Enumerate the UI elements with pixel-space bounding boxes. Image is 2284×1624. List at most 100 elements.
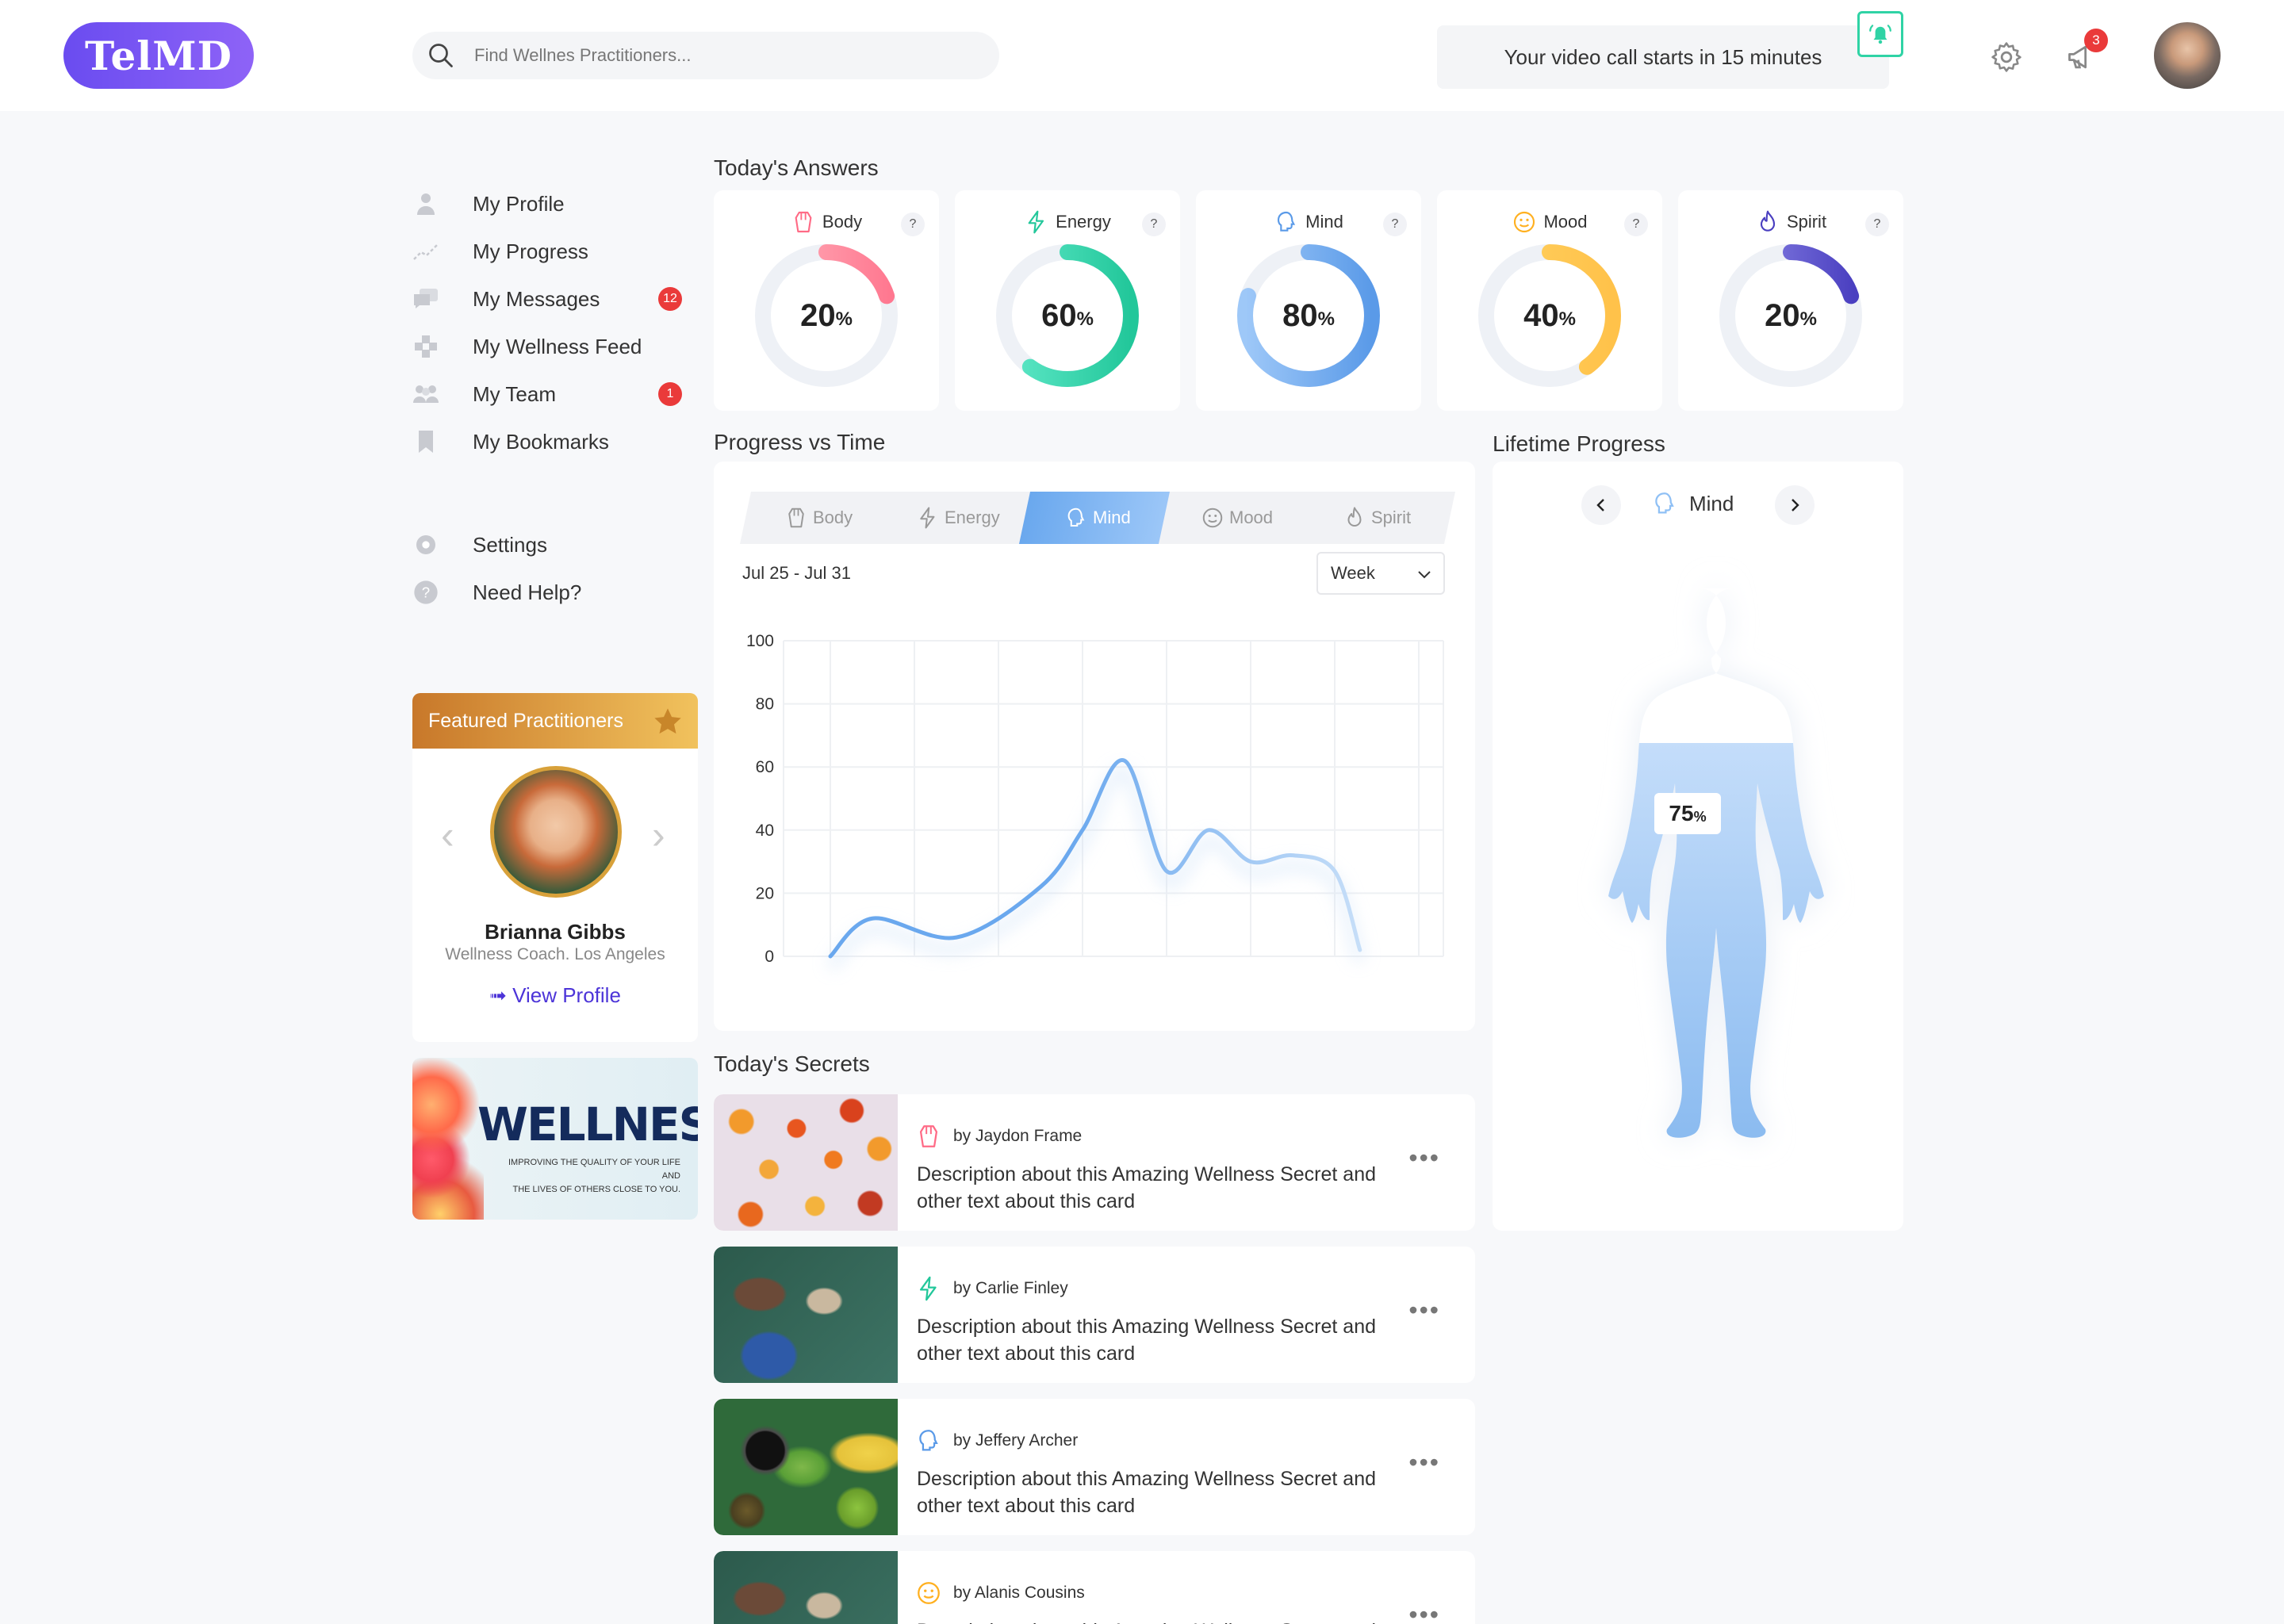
answer-card-energy[interactable]: Energy ? 60% — [955, 190, 1180, 411]
lifetime-nav: Mind — [1493, 485, 1903, 525]
body-icon — [915, 1123, 953, 1150]
date-range: Jul 25 - Jul 31 — [742, 563, 851, 583]
tab-content: Mood — [1201, 506, 1274, 530]
team-badge: 1 — [658, 382, 682, 406]
previous-arrow-icon[interactable]: ‹ — [441, 812, 454, 858]
y-tick-label: 0 — [765, 948, 774, 966]
answer-card-spirit[interactable]: Spirit ? 20% — [1678, 190, 1903, 411]
tab-mind[interactable]: Mind — [1018, 492, 1177, 544]
energy-icon — [915, 1275, 953, 1302]
answer-card-mind[interactable]: Mind ? 80% — [1196, 190, 1421, 411]
period-select[interactable]: Week — [1316, 552, 1445, 595]
banner-subtitle-line: THE LIVES OF OTHERS CLOSE TO YOU. — [512, 1185, 681, 1194]
y-tick-label: 20 — [756, 884, 774, 902]
fruit-decoration — [412, 1058, 484, 1220]
previous-category-button[interactable] — [1581, 485, 1621, 525]
help-button[interactable]: ? — [1142, 213, 1166, 236]
mood-icon — [915, 1580, 953, 1607]
help-icon: ? — [412, 579, 439, 606]
trend-icon — [412, 238, 439, 265]
mind-icon — [1655, 492, 1674, 514]
answer-percent-value: 20 — [800, 297, 836, 333]
lifetime-percent-value: 75 — [1669, 801, 1694, 825]
secret-description: Description about this Amazing Wellness … — [917, 1163, 1377, 1212]
percent-sign: % — [835, 308, 853, 330]
body-icon — [791, 209, 822, 235]
help-button[interactable]: ? — [1383, 213, 1407, 236]
tab-body[interactable]: Body — [739, 492, 898, 544]
sidebar-item-my-wellness-feed[interactable]: My Wellness Feed — [412, 327, 682, 366]
sidebar-item-my-team[interactable]: My Team 1 — [412, 374, 682, 414]
sidebar-item-label: My Wellness Feed — [473, 334, 642, 358]
answer-label-text: Energy — [1056, 212, 1111, 232]
telmd-logo[interactable]: TelMD — [63, 22, 254, 89]
help-button[interactable]: ? — [1865, 213, 1889, 236]
wellness-banner[interactable]: WELLNESS IMPROVING THE QUALITY OF YOUR L… — [412, 1058, 698, 1220]
secret-card[interactable]: by Jaydon Frame Description about this A… — [714, 1094, 1475, 1231]
search-bar[interactable] — [412, 32, 999, 79]
y-tick-label: 80 — [756, 695, 774, 714]
help-button[interactable]: ? — [1624, 213, 1648, 236]
tab-spirit[interactable]: Spirit — [1297, 492, 1456, 544]
sidebar-item-need-help[interactable]: ? Need Help? — [412, 573, 682, 612]
practitioner-photo[interactable] — [490, 766, 622, 898]
sidebar-item-my-messages[interactable]: My Messages 12 — [412, 279, 682, 319]
feed-icon — [412, 333, 439, 360]
secret-card[interactable]: by Jeffery Archer Description about this… — [714, 1399, 1475, 1535]
sidebar-item-settings[interactable]: Settings — [412, 525, 682, 565]
tab-content: Energy — [916, 506, 1000, 530]
energy-icon — [1024, 209, 1056, 235]
answer-percent: 20% — [753, 243, 899, 389]
next-arrow-icon[interactable]: › — [652, 812, 665, 858]
alarm-bell-icon — [1869, 25, 1891, 44]
notification-badge: 3 — [2084, 29, 2108, 52]
featured-title: Featured Practitioners — [428, 709, 623, 732]
answer-percent: 20% — [1718, 243, 1864, 389]
secret-author: by Jaydon Frame — [915, 1123, 1082, 1150]
practitioner-role: Wellness Coach. Los Angeles — [445, 945, 665, 963]
user-avatar[interactable] — [2154, 22, 2221, 89]
progress-line-chart: 020406080100Jul 25Jul 26Jul 27Jul 28Jul … — [746, 632, 1444, 972]
more-options-icon[interactable]: ••• — [1408, 1296, 1440, 1325]
lifetime-progress-card: Mind 75% — [1493, 462, 1903, 1231]
more-options-icon[interactable]: ••• — [1408, 1600, 1440, 1624]
tab-content: Body — [784, 506, 853, 530]
answer-card-mood[interactable]: Mood ? 40% — [1437, 190, 1662, 411]
spirit-icon — [1755, 209, 1787, 235]
body-icon — [784, 506, 813, 530]
answer-card-body[interactable]: Body ? 20% — [714, 190, 939, 411]
more-options-icon[interactable]: ••• — [1408, 1448, 1440, 1477]
category-tabs: Body Energy Mind Mood Spirit — [739, 492, 1456, 544]
answer-percent: 80% — [1236, 243, 1382, 389]
search-input[interactable] — [474, 45, 950, 66]
sidebar-item-my-progress[interactable]: My Progress — [412, 232, 682, 271]
sidebar-item-label: My Messages — [473, 286, 600, 311]
spirit-icon — [1343, 506, 1371, 530]
view-profile-link[interactable]: ➟ View Profile — [412, 983, 698, 1008]
mind-icon — [915, 1427, 953, 1454]
help-button[interactable]: ? — [901, 213, 925, 236]
tab-mood[interactable]: Mood — [1158, 492, 1316, 544]
bookmark-icon — [412, 428, 439, 455]
banner-subtitle: IMPROVING THE QUALITY OF YOUR LIFE AND T… — [492, 1156, 680, 1197]
todays-answers-title: Today's Answers — [714, 155, 879, 180]
sidebar-item-my-profile[interactable]: My Profile — [412, 184, 682, 224]
mood-icon — [1512, 209, 1543, 235]
period-value: Week — [1331, 563, 1375, 583]
more-options-icon[interactable]: ••• — [1408, 1143, 1440, 1173]
todays-secrets-title: Today's Secrets — [714, 1051, 870, 1076]
next-category-button[interactable] — [1775, 485, 1815, 525]
secret-card[interactable]: by Carlie Finley Description about this … — [714, 1247, 1475, 1383]
sidebar-item-my-bookmarks[interactable]: My Bookmarks — [412, 422, 682, 462]
alarm-button[interactable] — [1857, 11, 1903, 57]
answer-label-text: Body — [822, 212, 863, 232]
settings-gear-icon[interactable] — [1989, 40, 2024, 75]
chevron-down-icon — [1418, 571, 1431, 579]
secret-card[interactable]: by Alanis Cousins Description about this… — [714, 1551, 1475, 1624]
answer-percent-value: 80 — [1282, 297, 1318, 333]
messages-icon — [412, 285, 439, 312]
percent-sign: % — [1317, 308, 1335, 330]
tab-energy[interactable]: Energy — [879, 492, 1037, 544]
view-profile-label: View Profile — [512, 983, 621, 1007]
secret-thumbnail — [714, 1399, 898, 1535]
